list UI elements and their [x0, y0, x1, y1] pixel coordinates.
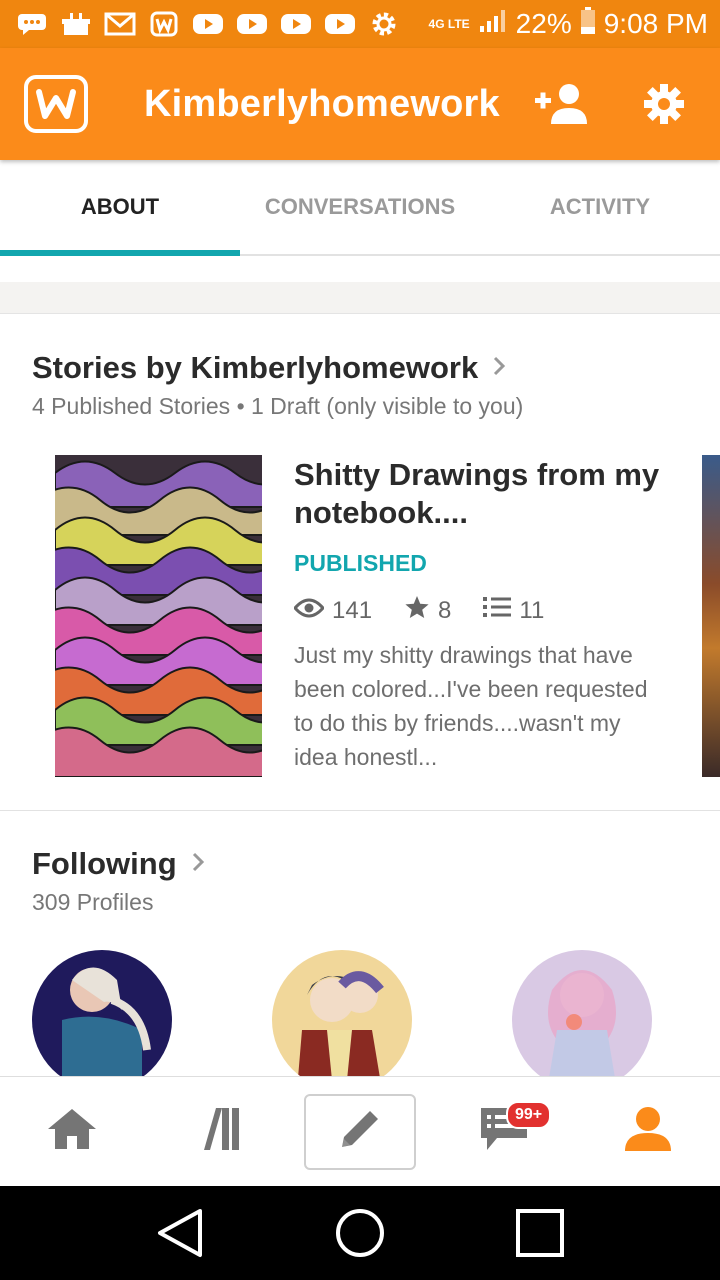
add-user-icon[interactable] — [534, 76, 590, 132]
status-bar: 4G LTE 22% 9:08 PM — [0, 0, 720, 48]
tab-about[interactable]: ABOUT — [0, 160, 240, 256]
divider — [0, 810, 720, 811]
battery-icon — [580, 6, 596, 42]
library-icon — [192, 1106, 240, 1157]
nav-messages[interactable]: 99+ — [432, 1077, 576, 1187]
app-bar: Kimberlyhomework — [0, 48, 720, 160]
settings-icon — [366, 11, 402, 37]
story-card: Shitty Drawings from my notebook.... PUB… — [293, 456, 674, 774]
gear-icon[interactable] — [636, 76, 692, 132]
youtube-icon — [322, 11, 358, 37]
profile-icon — [623, 1105, 673, 1158]
network-type: 4G LTE — [428, 17, 470, 31]
youtube-icon — [190, 11, 226, 37]
back-icon[interactable] — [150, 1203, 210, 1263]
cake-icon — [58, 11, 94, 37]
clock: 9:08 PM — [603, 8, 708, 39]
stories-header[interactable]: Stories by Kimberlyhomework — [32, 350, 506, 386]
tab-activity[interactable]: ACTIVITY — [480, 160, 720, 254]
story-description: Just my shitty drawings that have been c… — [294, 642, 648, 770]
nav-home[interactable] — [0, 1077, 144, 1187]
bottom-nav: 99+ — [0, 1076, 720, 1186]
stories-subtitle: 4 Published Stories • 1 Draft (only visi… — [32, 393, 524, 419]
profile-tabs: ABOUT CONVERSATIONS ACTIVITY — [0, 160, 720, 256]
following-heading: Following — [32, 846, 177, 881]
nav-profile[interactable] — [576, 1077, 720, 1187]
youtube-icon — [278, 11, 314, 37]
list-icon — [483, 596, 512, 625]
system-status: 4G LTE 22% 9:08 PM — [428, 6, 720, 42]
story-status: PUBLISHED — [294, 550, 427, 576]
star-icon — [404, 595, 430, 626]
system-nav-bar — [0, 1186, 720, 1280]
next-story-cover[interactable] — [702, 455, 720, 777]
following-subtitle: 309 Profiles — [32, 889, 154, 915]
story-title[interactable]: Shitty Drawings from my notebook.... — [294, 456, 674, 532]
avatar[interactable] — [512, 950, 652, 1090]
stories-heading: Stories by Kimberlyhomework — [32, 350, 479, 385]
avatar[interactable] — [32, 950, 172, 1090]
tab-conversations[interactable]: CONVERSATIONS — [240, 160, 480, 254]
story-stats: 141 8 11 — [293, 595, 674, 626]
nav-library[interactable] — [144, 1077, 288, 1187]
battery-percent: 22% — [515, 8, 572, 39]
view-count: 141 — [332, 596, 373, 624]
avatar[interactable] — [272, 950, 412, 1090]
chevron-right-icon — [492, 355, 506, 382]
recents-icon[interactable] — [510, 1203, 570, 1263]
pencil-icon — [336, 1105, 384, 1158]
messages-badge: 99+ — [506, 1100, 552, 1129]
signal-icon — [478, 8, 508, 41]
wattpad-logo-icon[interactable] — [24, 75, 88, 133]
eye-icon — [293, 597, 325, 625]
vote-count: 8 — [438, 596, 452, 624]
wattpad-icon — [146, 11, 182, 37]
home-icon — [46, 1107, 98, 1156]
nav-write[interactable] — [288, 1077, 432, 1187]
section-separator — [0, 282, 720, 314]
write-button[interactable] — [304, 1093, 416, 1170]
profile-username: Kimberlyhomework — [144, 82, 500, 125]
youtube-icon — [234, 11, 270, 37]
chat-icon — [14, 11, 50, 37]
notification-icons — [0, 11, 402, 37]
chevron-right-icon — [191, 851, 205, 878]
following-header[interactable]: Following — [32, 846, 205, 882]
story-cover[interactable] — [55, 455, 262, 777]
part-count: 11 — [519, 596, 545, 624]
gmail-icon — [102, 11, 138, 37]
home-circle-icon[interactable] — [330, 1203, 390, 1263]
